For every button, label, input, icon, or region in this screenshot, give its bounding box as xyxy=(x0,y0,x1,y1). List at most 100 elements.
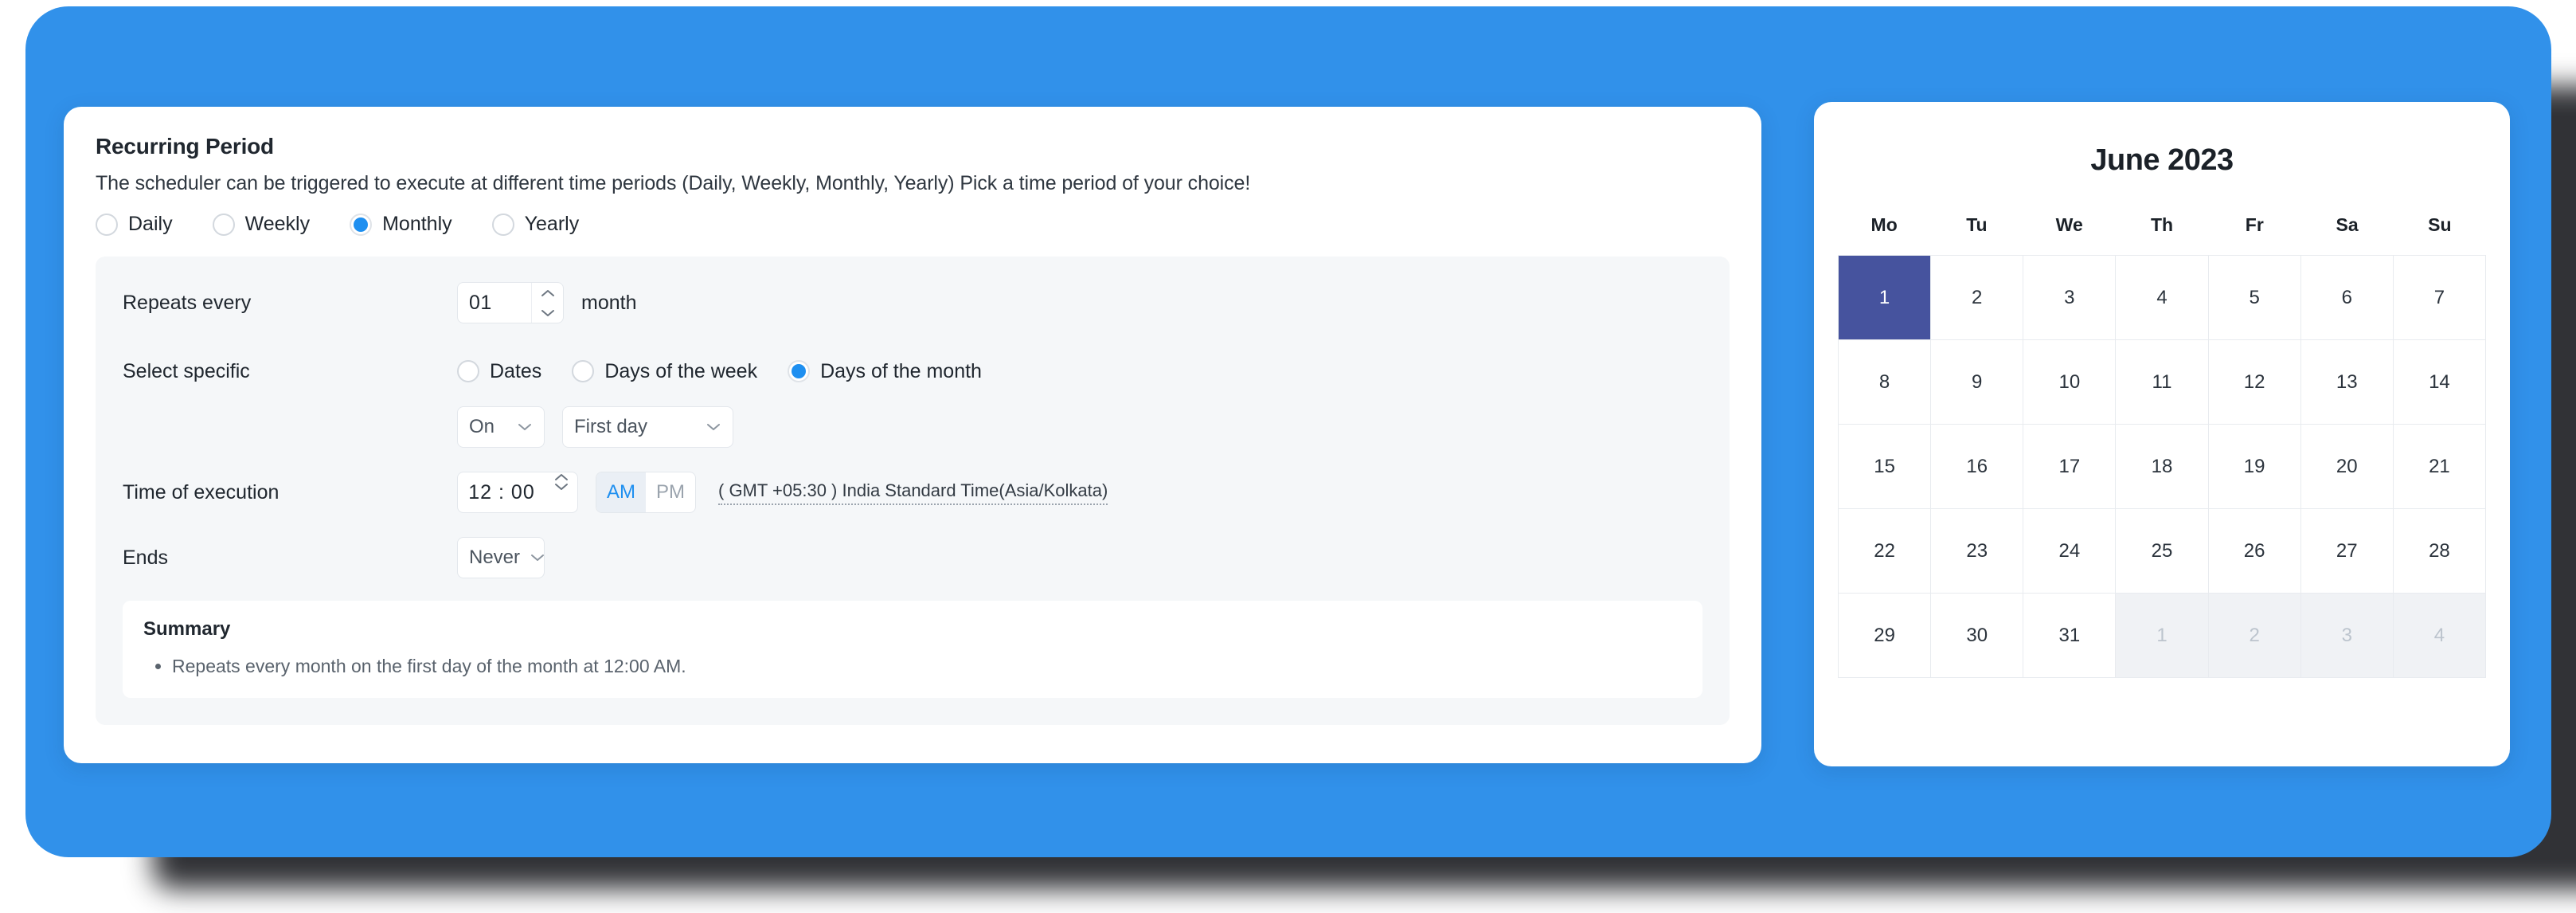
calendar-day-adjacent-month[interactable]: 2 xyxy=(2208,594,2301,678)
repeat-interval-stepper[interactable]: 01 xyxy=(457,282,564,323)
calendar-day[interactable]: 24 xyxy=(2023,509,2117,594)
specific-option-dates[interactable]: Dates xyxy=(457,360,541,383)
period-option-monthly[interactable]: Monthly xyxy=(350,213,452,236)
calendar-day[interactable]: 14 xyxy=(2393,340,2486,425)
repeats-every-row: Repeats every 01 month xyxy=(123,277,1702,328)
repeat-interval-value[interactable]: 01 xyxy=(458,283,531,323)
time-stepper-arrows xyxy=(545,472,577,512)
calendar-day[interactable]: 31 xyxy=(2023,594,2117,678)
chevron-down-icon[interactable] xyxy=(532,303,563,323)
weekday-su: Su xyxy=(2428,214,2452,235)
calendar-day[interactable]: 20 xyxy=(2300,425,2394,509)
radio-checked-icon xyxy=(350,213,373,236)
calendar-day[interactable]: 13 xyxy=(2300,340,2394,425)
day-selection-row: On First day xyxy=(123,406,1702,448)
specific-option-days-of-month[interactable]: Days of the month xyxy=(788,360,982,383)
ends-row: Ends Never xyxy=(123,532,1702,583)
calendar-day[interactable]: 5 xyxy=(2208,256,2301,340)
calendar-day[interactable]: 2 xyxy=(1931,256,2024,340)
time-of-execution-row: Time of execution 12 : 00 AM PM (GMT +0… xyxy=(123,467,1702,518)
repeat-interval-unit: month xyxy=(581,291,637,314)
calendar-day[interactable]: 28 xyxy=(2393,509,2486,594)
calendar-day[interactable]: 19 xyxy=(2208,425,2301,509)
chevron-up-icon[interactable] xyxy=(532,283,563,303)
period-option-daily-label: Daily xyxy=(128,213,173,235)
specific-option-days-of-month-label: Days of the month xyxy=(820,359,982,382)
calendar-day[interactable]: 11 xyxy=(2116,340,2209,425)
screen-root: Recurring Period The scheduler can be tr… xyxy=(0,0,2576,913)
period-option-monthly-label: Monthly xyxy=(382,213,452,235)
weekday-mo: Mo xyxy=(1870,214,1898,235)
stepper-arrows xyxy=(531,283,563,323)
summary-list-item: Repeats every month on the first day of … xyxy=(172,653,1682,679)
radio-icon xyxy=(491,213,514,236)
radio-icon xyxy=(572,360,595,382)
radio-checked-icon xyxy=(788,360,811,382)
period-option-weekly-label: Weekly xyxy=(244,213,311,235)
chevron-down-icon xyxy=(706,422,721,432)
calendar-day[interactable]: 25 xyxy=(2116,509,2209,594)
weekday-sa: Sa xyxy=(2336,214,2359,235)
chevron-up-icon[interactable] xyxy=(545,472,577,482)
calendar-day-selected[interactable]: 1 xyxy=(1839,256,1932,340)
weekday-we: We xyxy=(2055,214,2083,235)
ends-label: Ends xyxy=(123,546,168,569)
calendar-day[interactable]: 26 xyxy=(2208,509,2301,594)
calendar-day[interactable]: 21 xyxy=(2393,425,2486,509)
calendar-day[interactable]: 9 xyxy=(1931,340,2024,425)
calendar-day[interactable]: 6 xyxy=(2300,256,2394,340)
chevron-down-icon[interactable] xyxy=(545,482,577,492)
calendar-day[interactable]: 29 xyxy=(1839,594,1932,678)
calendar-day[interactable]: 16 xyxy=(1931,425,2024,509)
calendar-day[interactable]: 30 xyxy=(1931,594,2024,678)
summary-box: Summary Repeats every month on the first… xyxy=(123,601,1702,699)
meridiem-am-button[interactable]: AM xyxy=(596,472,646,512)
on-select[interactable]: On xyxy=(457,406,545,448)
calendar-day[interactable]: 3 xyxy=(2023,256,2117,340)
specific-option-days-of-week-label: Days of the week xyxy=(604,359,758,382)
calendar-day[interactable]: 12 xyxy=(2208,340,2301,425)
specific-option-days-of-week[interactable]: Days of the week xyxy=(572,360,757,383)
day-select[interactable]: First day xyxy=(562,406,733,448)
period-option-yearly-label: Yearly xyxy=(524,213,580,235)
select-specific-label: Select specific xyxy=(123,359,250,382)
chevron-down-icon xyxy=(517,422,533,432)
period-option-weekly[interactable]: Weekly xyxy=(212,213,311,236)
period-radio-group: Daily Weekly Monthly Yearly xyxy=(96,213,1730,236)
calendar-day[interactable]: 22 xyxy=(1839,509,1932,594)
calendar-day[interactable]: 10 xyxy=(2023,340,2117,425)
calendar-day[interactable]: 27 xyxy=(2300,509,2394,594)
calendar-day[interactable]: 4 xyxy=(2116,256,2209,340)
select-specific-row: Select specific Dates Days of the week D… xyxy=(123,346,1702,397)
calendar-day[interactable]: 23 xyxy=(1931,509,2024,594)
calendar-day-adjacent-month[interactable]: 3 xyxy=(2300,594,2394,678)
time-of-execution-label: Time of execution xyxy=(123,480,279,504)
calendar-month-title: June 2023 xyxy=(2090,143,2234,177)
summary-list: Repeats every month on the first day of … xyxy=(143,653,1682,679)
meridiem-toggle: AM PM xyxy=(596,472,696,513)
repeats-every-label: Repeats every xyxy=(123,291,252,314)
calendar-day[interactable]: 7 xyxy=(2393,256,2486,340)
meridiem-pm-button[interactable]: PM xyxy=(646,472,695,512)
time-input[interactable]: 12 : 00 xyxy=(457,472,578,513)
calendar-day[interactable]: 8 xyxy=(1839,340,1932,425)
calendar-card: June 2023 Mo Tu We Th Fr Sa Su 123456789… xyxy=(1814,102,2510,766)
page-description: The scheduler can be triggered to execut… xyxy=(96,172,1251,194)
calendar-day[interactable]: 15 xyxy=(1839,425,1932,509)
calendar-day-grid: 1 2 3 4 5 6 7 8 9 10 11 12 13 14 15 16 17 18 19 20 21 22 23 24 2… xyxy=(1838,255,2486,678)
radio-icon xyxy=(457,360,479,382)
calendar-day-adjacent-month[interactable]: 4 xyxy=(2393,594,2486,678)
day-select-value: First day xyxy=(574,416,648,437)
timezone-link[interactable]: ( GMT +05:30 ) India Standard Time(Asia/… xyxy=(718,480,1108,505)
period-option-daily[interactable]: Daily xyxy=(96,213,173,236)
specific-option-dates-label: Dates xyxy=(490,359,542,382)
weekday-th: Th xyxy=(2150,214,2174,235)
page-title: Recurring Period xyxy=(96,134,274,159)
period-option-yearly[interactable]: Yearly xyxy=(491,213,580,236)
time-input-value[interactable]: 12 : 00 xyxy=(458,472,545,512)
calendar-day[interactable]: 17 xyxy=(2023,425,2117,509)
calendar-day[interactable]: 18 xyxy=(2116,425,2209,509)
ends-select[interactable]: Never xyxy=(457,537,545,578)
calendar-weekday-header: Mo Tu We Th Fr Sa Su xyxy=(1838,214,2486,236)
calendar-day-adjacent-month[interactable]: 1 xyxy=(2116,594,2209,678)
